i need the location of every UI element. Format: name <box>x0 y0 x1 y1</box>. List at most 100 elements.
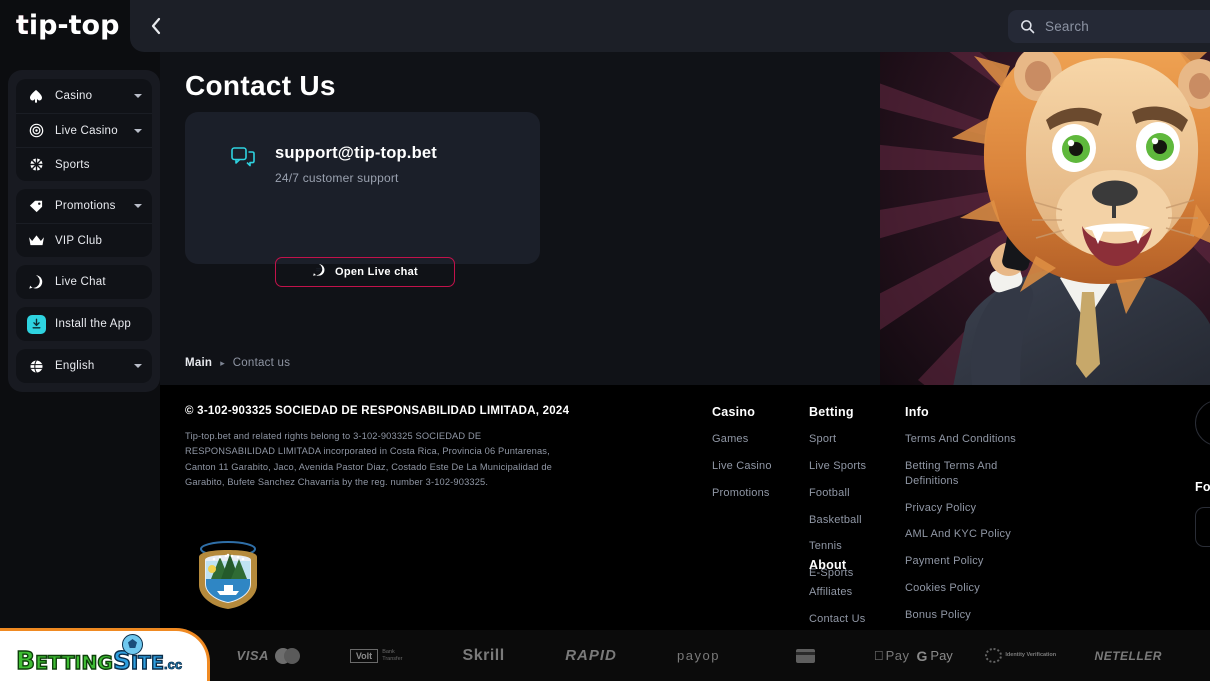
footer-link[interactable]: Terms And Conditions <box>905 432 1045 447</box>
neteller-logo: NETELLER <box>1094 648 1162 663</box>
footer-link[interactable]: Contact Us <box>809 612 904 627</box>
watermark-part-ite: ITE <box>130 651 164 674</box>
footer-column-info: Info Terms And Conditions Betting Terms … <box>905 405 1045 630</box>
footer-link[interactable]: AML And KYC Policy <box>905 527 1045 542</box>
payop-logo: payop <box>677 648 720 663</box>
chevron-down-icon[interactable] <box>134 94 142 98</box>
sidebar-item-label: Casino <box>55 90 93 102</box>
footer-heading: Info <box>905 405 929 419</box>
spade-icon <box>26 86 46 106</box>
footer-link[interactable]: Basketball <box>809 513 904 528</box>
footer-heading: Casino <box>712 405 756 419</box>
breadcrumb-separator-icon: ▸ <box>220 357 225 368</box>
footer-link[interactable]: Promotions <box>712 486 807 501</box>
footer-heading: About <box>809 558 847 572</box>
footer-column-follow: Fo <box>1195 480 1210 547</box>
breadcrumb-root[interactable]: Main <box>185 357 212 369</box>
breadcrumb-current: Contact us <box>232 357 291 369</box>
volt-bank-transfer-logo: Volt Bank Transfer <box>322 648 429 663</box>
bettingsite-watermark: BETTINGSITE.cc <box>0 622 222 681</box>
apple-pay-google-pay-logo:  Pay G Pay <box>874 647 953 664</box>
chevron-down-icon[interactable] <box>134 204 142 208</box>
footer-link[interactable]: Live Sports <box>809 459 904 474</box>
sidebar-item-label: Live Casino <box>55 124 118 137</box>
sidebar-item-promotions[interactable]: Promotions <box>16 189 152 223</box>
sidebar-item-english[interactable]: English <box>16 349 152 383</box>
footer-link[interactable]: Sport <box>809 432 904 447</box>
sumsub-identity-verification-logo: Identity Verification <box>967 648 1074 663</box>
search-placeholder: Search <box>1045 19 1089 34</box>
footer-link[interactable]: Payment Policy <box>905 554 1045 569</box>
soccer-ball-icon <box>122 634 143 655</box>
skrill-logo: Skrill <box>462 646 505 664</box>
footer-link[interactable]: Affiliates <box>809 585 904 600</box>
page-title: Contact Us <box>185 70 336 101</box>
open-live-chat-button[interactable]: Open Live chat <box>275 257 455 287</box>
sidebar-item-label: VIP Club <box>55 234 103 247</box>
site-footer: © 3-102-903325 SOCIEDAD DE RESPONSABILID… <box>160 385 1210 630</box>
chevron-left-icon[interactable] <box>142 12 170 40</box>
page-root: ttip-top Search Casino Live Casino Sport… <box>0 0 1210 681</box>
search-icon <box>1020 19 1035 34</box>
chat-support-icon <box>231 147 255 174</box>
sidebar-item-casino[interactable]: Casino <box>16 79 152 113</box>
footer-link[interactable]: Bonus Policy <box>905 608 1045 623</box>
sidebar-item-label: English <box>55 360 95 372</box>
footer-decor-circle <box>1195 400 1210 446</box>
rapid-transfer-logo: RAPID <box>565 647 617 664</box>
sidebar-item-vip-club[interactable]: VIP Club <box>16 223 152 257</box>
download-app-icon <box>26 314 46 334</box>
footer-copyright-title: © 3-102-903325 SOCIEDAD DE RESPONSABILID… <box>185 405 570 417</box>
breadcrumb: Main ▸ Contact us <box>185 357 290 369</box>
contact-support-card: support@tip-top.bet 24/7 customer suppor… <box>185 112 540 287</box>
footer-column-about: About Affiliates Contact Us <box>809 558 904 630</box>
footer-link[interactable]: Football <box>809 486 904 501</box>
sidebar-group-casino: Casino Live Casino Sports <box>16 79 152 181</box>
watermark-part-b: B <box>15 645 36 675</box>
sidebar-item-label: Live Chat <box>55 276 106 288</box>
sidebar-group-app: Install the App <box>16 307 152 341</box>
footer-heading: Betting <box>809 405 854 419</box>
sidebar-item-live-chat[interactable]: Live Chat <box>16 265 152 299</box>
brand-logo-text: tip-top <box>15 10 120 41</box>
sidebar-item-label: Install the App <box>55 318 131 330</box>
support-email[interactable]: support@tip-top.bet <box>275 144 437 163</box>
sidebar: Casino Live Casino Sports Promotions VIP… <box>8 70 160 392</box>
main-content: Contact Us support@tip-top.bet 24/7 cust… <box>160 52 1210 385</box>
footer-link[interactable]: Games <box>712 432 807 447</box>
social-link-box[interactable] <box>1195 507 1210 547</box>
sidebar-group-language: English <box>16 349 152 383</box>
globe-icon <box>26 356 46 376</box>
sidebar-item-live-casino[interactable]: Live Casino <box>16 113 152 147</box>
chat-bubble-icon <box>312 263 326 282</box>
lion-mascot-hero-image <box>880 52 1210 385</box>
visa-mastercard-logo: VISA <box>215 647 322 664</box>
basketball-icon <box>26 155 46 175</box>
roulette-icon <box>26 121 46 141</box>
footer-link[interactable]: Cookies Policy <box>905 581 1045 596</box>
chat-bubble-icon <box>26 272 46 292</box>
open-live-chat-label: Open Live chat <box>334 266 419 278</box>
sidebar-item-label: Promotions <box>55 200 116 212</box>
footer-link[interactable]: Privacy Policy <box>905 501 1045 516</box>
crown-icon <box>26 231 46 251</box>
watermark-part-etting: ETTING <box>34 651 113 674</box>
footer-link[interactable]: Tennis <box>809 539 904 554</box>
footer-column-casino: Casino Games Live Casino Promotions <box>712 405 807 513</box>
brand-logo[interactable]: ttip-top <box>16 10 119 41</box>
watermark-suffix: .cc <box>164 657 183 673</box>
footer-heading: Fo <box>1195 480 1210 494</box>
chevron-down-icon[interactable] <box>134 364 142 368</box>
sidebar-group-livechat: Live Chat <box>16 265 152 299</box>
footer-copyright-body: Tip-top.bet and related rights belong to… <box>185 431 552 487</box>
search-input[interactable]: Search <box>1008 10 1210 43</box>
footer-link[interactable]: Betting Terms And Definitions <box>905 459 1045 489</box>
chevron-down-icon[interactable] <box>134 128 142 133</box>
sidebar-group-promos: Promotions VIP Club <box>16 189 152 257</box>
costa-rica-coat-of-arms <box>187 535 269 615</box>
footer-link[interactable]: Live Casino <box>712 459 807 474</box>
support-subtitle: 24/7 customer support <box>275 171 399 185</box>
sidebar-item-install-the-app[interactable]: Install the App <box>16 307 152 341</box>
sidebar-item-sports[interactable]: Sports <box>16 147 152 181</box>
top-header-bar: Search <box>130 0 1210 52</box>
